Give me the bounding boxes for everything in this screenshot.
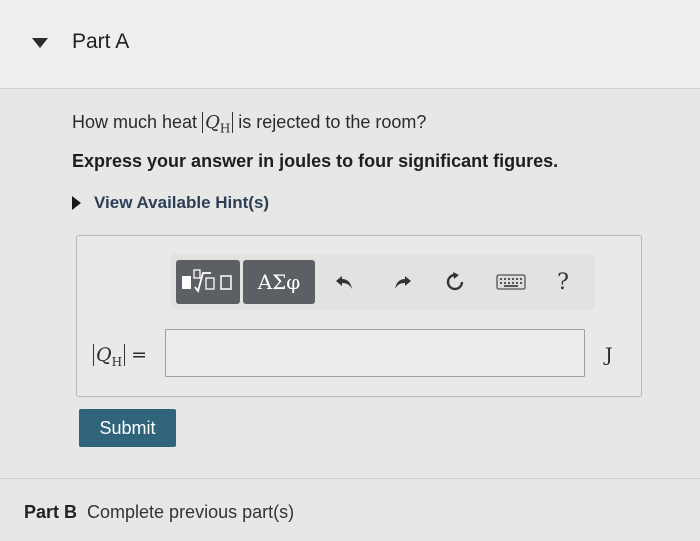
reset-icon	[446, 272, 464, 291]
part-b-row[interactable]: Part B Complete previous part(s)	[24, 502, 294, 523]
answer-symbol: QH	[93, 344, 126, 369]
part-b-title: Part B	[24, 502, 78, 522]
part-a-title: Part A	[72, 30, 130, 53]
templates-icon	[182, 269, 232, 294]
answer-label: QH =	[93, 344, 147, 369]
collapse-caret-icon[interactable]	[32, 38, 48, 48]
undo-icon	[336, 276, 352, 289]
reset-button[interactable]	[441, 268, 469, 296]
greek-symbols-button[interactable]: ΑΣφ	[243, 260, 315, 304]
part-a-header[interactable]: Part A	[0, 0, 700, 89]
redo-icon	[395, 276, 411, 289]
answer-input[interactable]	[165, 329, 585, 377]
question-symbol: QH	[202, 112, 234, 136]
expand-caret-icon	[72, 196, 81, 210]
answer-instruction: Express your answer in joules to four si…	[72, 151, 559, 171]
part-divider	[0, 478, 700, 479]
view-hints-label: View Available Hint(s)	[94, 193, 270, 212]
undo-button[interactable]	[331, 268, 359, 296]
question-text: How much heat QH is rejected to the room…	[72, 112, 426, 136]
submit-button[interactable]: Submit	[79, 409, 176, 447]
math-toolbar: ΑΣφ ?	[171, 254, 595, 310]
redo-button[interactable]	[388, 268, 416, 296]
answer-equals: =	[131, 344, 148, 366]
keyboard-icon	[496, 274, 526, 290]
keyboard-button[interactable]	[495, 268, 527, 296]
templates-button[interactable]	[176, 260, 240, 304]
question-prefix: How much heat	[72, 112, 203, 132]
part-b-status: Complete previous part(s)	[87, 502, 295, 522]
view-hints-toggle[interactable]: View Available Hint(s)	[72, 193, 269, 213]
help-icon[interactable]: ?	[549, 268, 577, 296]
question-suffix: is rejected to the room?	[233, 112, 427, 132]
answer-unit: J	[605, 344, 613, 366]
answer-box: ΑΣφ ? QH = J	[76, 235, 642, 397]
